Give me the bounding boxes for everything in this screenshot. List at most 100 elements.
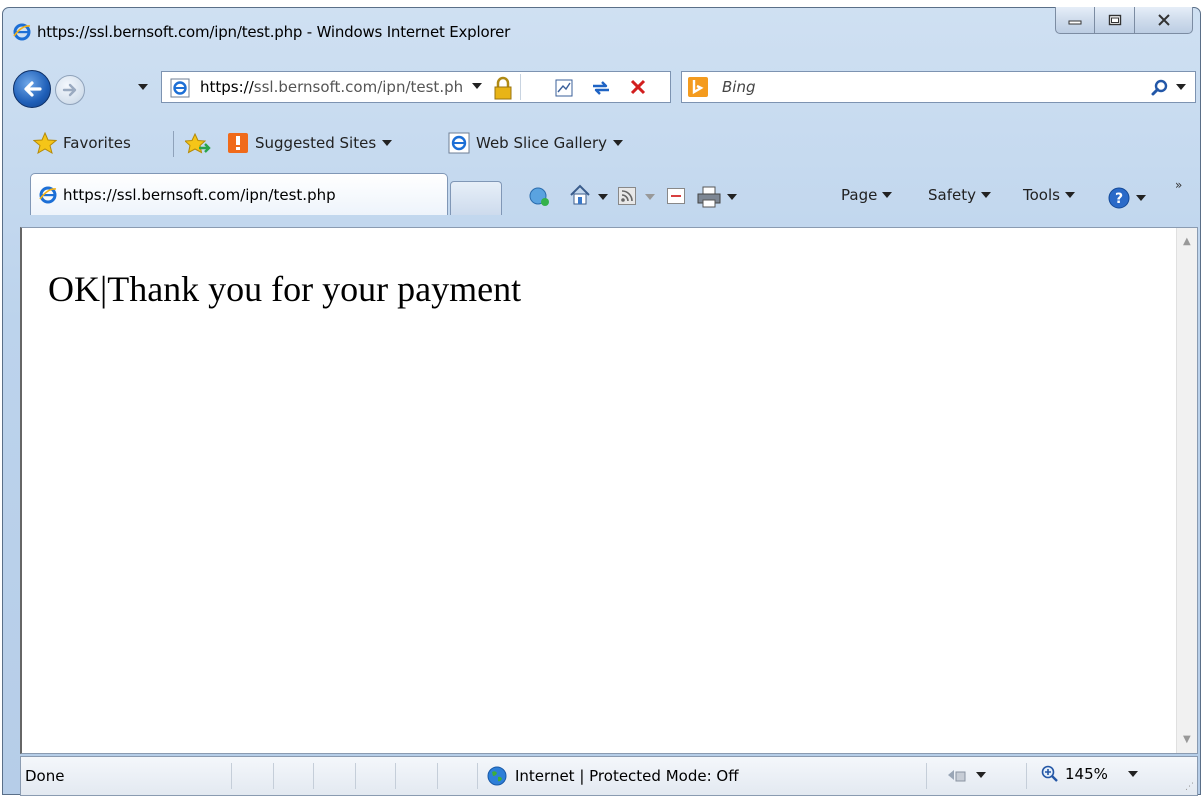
close-button[interactable] — [1135, 7, 1193, 34]
web-slice-gallery-label: Web Slice Gallery — [476, 134, 607, 152]
svg-text:?: ? — [1115, 191, 1123, 207]
maximize-button[interactable] — [1095, 7, 1135, 34]
protected-mode-button[interactable] — [946, 766, 986, 784]
minimize-button[interactable] — [1055, 7, 1095, 34]
zoom-level: 145% — [1065, 765, 1108, 783]
tools-menu-dropdown — [1064, 192, 1075, 198]
status-cell — [477, 763, 478, 789]
compat-view-icon[interactable] — [554, 78, 574, 98]
minimize-icon — [1068, 20, 1082, 25]
suggested-sites-label: Suggested Sites — [255, 134, 377, 152]
status-cell — [273, 763, 274, 789]
ie-icon — [39, 186, 57, 204]
favorites-label: Favorites — [63, 134, 131, 152]
print-icon[interactable] — [697, 186, 721, 208]
search-options-dropdown[interactable] — [1176, 84, 1186, 90]
ie-icon — [13, 23, 31, 41]
suggested-sites-button[interactable]: Suggested Sites — [227, 132, 393, 154]
search-box[interactable]: Bing — [681, 71, 1196, 103]
help-menu[interactable]: ? — [1107, 186, 1146, 210]
window-title: https://ssl.bernsoft.com/ipn/test.php - … — [37, 23, 511, 41]
favorites-bar: Favorites Suggested Sites Web Slice Gall… — [3, 123, 1200, 161]
safety-menu[interactable]: Safety — [928, 186, 991, 204]
web-slice-gallery-button[interactable]: Web Slice Gallery — [448, 132, 623, 154]
page-menu[interactable]: Page — [841, 186, 893, 204]
favorites-separator — [173, 131, 174, 157]
maximize-icon — [1108, 14, 1121, 26]
status-cell — [313, 763, 314, 789]
web-slice-dropdown — [613, 140, 623, 146]
page-menu-label: Page — [841, 186, 878, 204]
status-cell — [231, 763, 232, 789]
navigation-bar: https://ssl.bernsoft.com/ipn/test.php Bi… — [3, 65, 1200, 111]
status-cell — [437, 763, 438, 789]
back-icon — [24, 81, 42, 97]
status-text: Done — [25, 767, 65, 785]
refresh-icon[interactable] — [590, 77, 612, 99]
close-icon — [1157, 14, 1170, 26]
forward-button[interactable] — [55, 75, 85, 105]
feeds-dropdown[interactable] — [645, 194, 655, 200]
tools-menu[interactable]: Tools — [1023, 186, 1075, 204]
home-dropdown[interactable] — [598, 194, 608, 200]
status-cell — [1026, 763, 1027, 789]
zoom-dropdown — [1127, 771, 1138, 777]
new-tab-button[interactable] — [450, 181, 502, 215]
favorites-button[interactable]: Favorites — [33, 132, 131, 154]
help-dropdown — [1136, 195, 1146, 201]
star-icon — [33, 132, 57, 154]
stop-icon[interactable] — [628, 77, 648, 97]
page-content: OK|Thank you for your payment ▲ ▼ — [20, 227, 1198, 754]
url-path: /ipn/test.php — [377, 78, 462, 96]
url-text: https://ssl.bernsoft.com/ipn/test.php — [200, 78, 462, 96]
address-bar[interactable]: https://ssl.bernsoft.com/ipn/test.php — [161, 71, 671, 103]
tab-active[interactable]: https://ssl.bernsoft.com/ipn/test.php — [30, 173, 448, 215]
search-placeholder: Bing — [722, 78, 756, 96]
vertical-scrollbar[interactable]: ▲ ▼ — [1176, 228, 1197, 753]
browser-window: https://ssl.bernsoft.com/ipn/test.php - … — [2, 7, 1201, 796]
print-dropdown[interactable] — [727, 194, 737, 200]
recent-pages-dropdown[interactable] — [138, 84, 148, 90]
protected-mode-dropdown — [976, 772, 986, 778]
status-cell — [926, 763, 927, 789]
zoom-icon — [1041, 765, 1058, 782]
suggested-sites-icon — [228, 133, 248, 153]
forward-icon — [62, 83, 77, 97]
home-icon[interactable] — [568, 183, 592, 207]
globe-icon — [487, 766, 507, 786]
status-cell — [355, 763, 356, 789]
chevron-more-icon[interactable]: » — [1175, 178, 1182, 192]
safety-menu-label: Safety — [928, 186, 976, 204]
url-scheme: https:// — [200, 78, 254, 96]
status-bar: Done Internet | Protected Mode: Off 145%… — [20, 756, 1198, 796]
zone-text: Internet | Protected Mode: Off — [515, 767, 739, 785]
back-button[interactable] — [13, 70, 51, 108]
zoom-control[interactable]: 145% — [1041, 765, 1138, 783]
feeds-icon[interactable] — [528, 186, 552, 208]
scroll-down-icon[interactable]: ▼ — [1183, 734, 1191, 745]
title-bar: https://ssl.bernsoft.com/ipn/test.php - … — [3, 7, 1200, 56]
help-icon: ? — [1108, 187, 1130, 209]
suggested-sites-dropdown — [382, 140, 393, 146]
address-dropdown[interactable] — [472, 83, 482, 89]
url-host: ssl.bernsoft.com — [253, 78, 378, 96]
web-slice-icon — [448, 132, 470, 154]
tab-label: https://ssl.bernsoft.com/ipn/test.php — [63, 186, 336, 204]
mail-icon[interactable] — [667, 188, 685, 204]
protected-mode-icon — [948, 770, 966, 782]
address-separator — [520, 74, 521, 100]
scroll-up-icon[interactable]: ▲ — [1183, 236, 1191, 247]
window-controls — [1055, 7, 1193, 35]
tools-menu-label: Tools — [1023, 186, 1060, 204]
page-message: OK|Thank you for your payment — [48, 269, 522, 309]
rss-icon[interactable] — [618, 187, 636, 205]
safety-menu-dropdown — [980, 192, 991, 198]
lock-icon[interactable] — [492, 76, 514, 100]
bing-icon[interactable] — [688, 77, 708, 97]
search-icon[interactable] — [1150, 78, 1170, 98]
ie-page-icon — [170, 78, 190, 98]
resize-grip-icon[interactable]: ⋰ — [1185, 782, 1194, 792]
add-favorites-icon[interactable] — [185, 133, 211, 155]
security-zone[interactable]: Internet | Protected Mode: Off — [487, 766, 739, 786]
page-menu-dropdown — [882, 192, 893, 198]
